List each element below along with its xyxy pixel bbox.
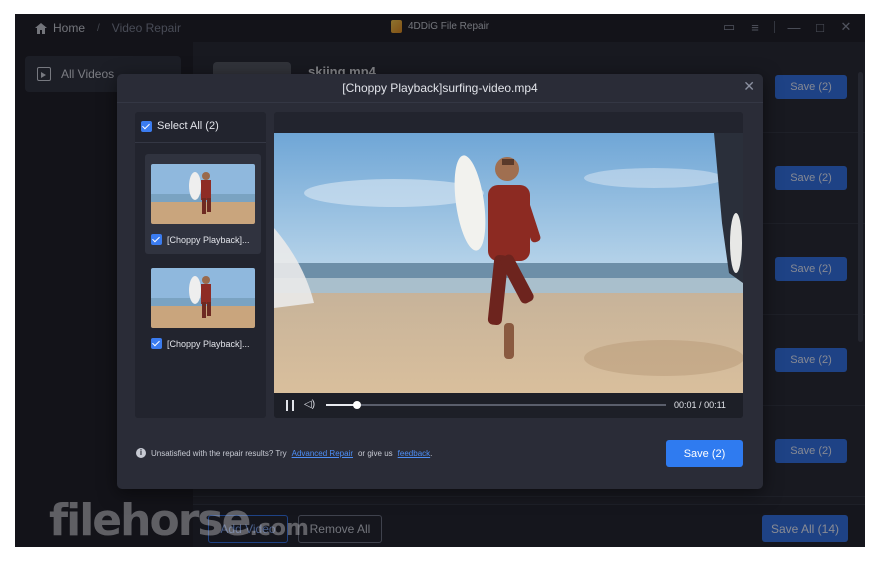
select-all-checkbox[interactable]: Select All (2) [141, 120, 219, 132]
note-middle: or give us [357, 448, 393, 458]
watermark-text: filehorse [49, 495, 251, 546]
player-controls: ◁) 00:01 / 00:11 [274, 393, 743, 418]
clip-item[interactable]: [Choppy Playback]... [145, 154, 261, 254]
dialog-save-button[interactable]: Save (2) [666, 440, 743, 467]
pause-icon[interactable] [286, 400, 294, 411]
advanced-repair-link[interactable]: Advanced Repair [292, 449, 353, 458]
select-all-label: Select All (2) [157, 120, 219, 132]
app-window: Home / Video Repair 4DDiG File Repair ▭ … [15, 14, 865, 547]
watermark-logo: filehorse.com [49, 499, 309, 547]
volume-icon[interactable]: ◁) [304, 399, 315, 410]
clip-list: Select All (2) [Choppy Playback]... [Cho… [135, 112, 266, 418]
seek-handle[interactable] [352, 401, 361, 409]
note-prefix: Unsatisfied with the repair results? Try [151, 448, 287, 458]
clip-name: [Choppy Playback]... [167, 338, 250, 349]
video-player[interactable]: ◁) 00:01 / 00:11 [274, 112, 743, 418]
clip-name: [Choppy Playback]... [167, 234, 250, 245]
divider [135, 142, 266, 143]
preview-dialog: [Choppy Playback]surfing-video.mp4 ✕ Sel… [117, 74, 763, 489]
close-icon[interactable]: ✕ [743, 78, 755, 95]
checkbox-icon[interactable] [151, 338, 162, 349]
time-display: 00:01 / 00:11 [674, 400, 726, 410]
clip-label: [Choppy Playback]... [151, 234, 250, 245]
duration: 00:11 [704, 400, 726, 410]
repair-note: i Unsatisfied with the repair results? T… [136, 448, 432, 458]
checkbox-icon[interactable] [141, 120, 152, 132]
dialog-title: [Choppy Playback]surfing-video.mp4 [117, 74, 763, 103]
checkbox-icon[interactable] [151, 234, 162, 245]
clip-item[interactable]: [Choppy Playback]... [145, 258, 261, 358]
clip-label: [Choppy Playback]... [151, 338, 250, 349]
watermark-suffix: .com [249, 516, 309, 541]
time-separator: / [699, 400, 702, 410]
seek-bar[interactable] [326, 401, 666, 409]
feedback-link[interactable]: feedback [398, 449, 430, 458]
current-time: 00:01 [674, 400, 697, 410]
clip-thumbnail [151, 268, 255, 328]
clip-thumbnail [151, 164, 255, 224]
video-frame[interactable] [274, 133, 743, 393]
info-icon: i [136, 448, 146, 458]
note-end: . [430, 448, 433, 458]
